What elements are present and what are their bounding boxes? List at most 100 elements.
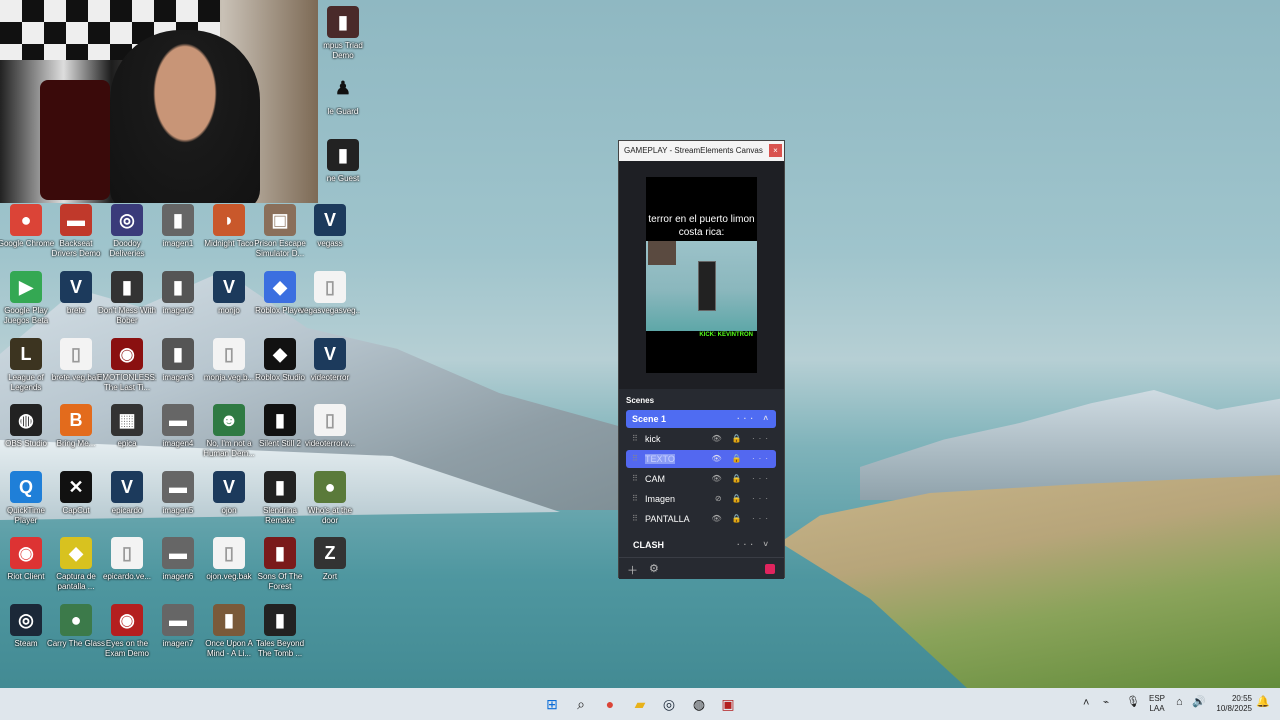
desktop-icon[interactable]: Z Zort bbox=[305, 537, 355, 582]
desktop-icon[interactable]: ▮ Don't Mess With Bober bbox=[98, 271, 156, 326]
desktop-icon[interactable]: ▮ Slendrina Remake bbox=[255, 471, 305, 526]
layer-name[interactable]: TEXTO bbox=[645, 454, 675, 464]
desktop-icon[interactable]: Vvegass bbox=[305, 204, 355, 249]
scene-item[interactable]: Scene 1 ··· ˄ bbox=[626, 410, 776, 428]
window-titlebar[interactable]: GAMEPLAY - StreamElements Canvas × bbox=[619, 141, 784, 161]
clock[interactable]: 20:55 10/8/2025 bbox=[1212, 694, 1252, 714]
layer-item[interactable]: ⠿ CAM 👁 🔒 ··· bbox=[626, 470, 776, 488]
desktop-icon[interactable]: ▯ monja.veg.b... bbox=[204, 338, 254, 383]
desktop-icon[interactable]: ◉ Eyes on the Exam Demo bbox=[102, 604, 152, 659]
notification-icon[interactable]: 🔔 bbox=[1256, 697, 1270, 708]
desktop-icon[interactable]: ☻ No, I'm not a Human Dem... bbox=[203, 404, 255, 459]
drag-handle-icon[interactable]: ⠿ bbox=[632, 490, 638, 508]
desktop-icon[interactable]: B Bring Me... bbox=[51, 404, 101, 449]
desktop-icon[interactable]: ▮ Sons Of The Forest bbox=[255, 537, 305, 592]
drag-handle-icon[interactable]: ⠿ bbox=[632, 510, 638, 528]
layer-controls-icon[interactable]: 👁 🔒 ··· bbox=[711, 430, 772, 448]
desktop-icon[interactable]: ▬ imagen4 bbox=[153, 404, 203, 449]
app-icon[interactable]: ▣ bbox=[718, 694, 738, 714]
desktop-icon[interactable]: ▬ Backseat Drivers Demo bbox=[51, 204, 101, 259]
layer-item[interactable]: ⠿ PANTALLA 👁 🔒 ··· bbox=[626, 510, 776, 528]
layer-controls-icon[interactable]: ⊘ 🔒 ··· bbox=[715, 490, 772, 508]
language-indicator[interactable]: ESP LAA bbox=[1149, 694, 1165, 714]
desktop-icon[interactable]: ▮ Once Upon A Mind - A Li... bbox=[204, 604, 254, 659]
desktop-icon[interactable]: ◍ OBS Studio bbox=[1, 404, 51, 449]
desktop-icon[interactable]: Vojon bbox=[204, 471, 254, 516]
app-icon: ☻ bbox=[213, 404, 245, 436]
desktop-icon[interactable]: ▯ videoterror.v... bbox=[305, 404, 355, 449]
scene-actions-icon[interactable]: ··· ˄ bbox=[737, 410, 772, 428]
desktop-icon[interactable]: ▦ epica bbox=[102, 404, 152, 449]
close-button[interactable]: × bbox=[769, 144, 782, 157]
desktop-icon[interactable]: ◆ Roblox Player bbox=[255, 271, 305, 316]
canvas-preview[interactable]: terror en el puerto limon costa rica: KI… bbox=[646, 177, 757, 373]
layer-controls-icon[interactable]: 👁 🔒 ··· bbox=[711, 470, 772, 488]
desktop-icon[interactable]: ▬ imagen6 bbox=[153, 537, 203, 582]
desktop-icon[interactable]: ● Who's at the door bbox=[305, 471, 355, 526]
desktop-icon[interactable]: ◆ Captura de pantalla ... bbox=[51, 537, 101, 592]
group-actions-icon[interactable]: ··· ˅ bbox=[737, 536, 772, 554]
desktop-icon[interactable]: ▮ Silent Still 2 bbox=[255, 404, 305, 449]
desktop-icon[interactable]: ♟ le Guard bbox=[318, 72, 368, 117]
layer-item[interactable]: ⠿ Imagen ⊘ 🔒 ··· bbox=[626, 490, 776, 508]
desktop-icon[interactable]: Vbrete bbox=[51, 271, 101, 316]
desktop-icon[interactable]: ● Carry The Glass bbox=[47, 604, 105, 649]
layer-controls-icon[interactable]: 👁 🔒 ··· bbox=[711, 450, 772, 468]
desktop-icon[interactable]: ◉ Riot Client bbox=[1, 537, 51, 582]
layer-item[interactable]: ⠿ TEXTO 👁 🔒 ··· bbox=[626, 450, 776, 468]
desktop-icon[interactable]: ◎ Steam bbox=[1, 604, 51, 649]
desktop-icon[interactable]: ▬ imagen5 bbox=[153, 471, 203, 516]
gear-icon[interactable]: ⚙ bbox=[649, 562, 659, 575]
drag-handle-icon[interactable]: ⠿ bbox=[632, 450, 638, 468]
desktop-icon[interactable]: ▶ Google Play Juegos Beta bbox=[1, 271, 51, 326]
canvas-window[interactable]: GAMEPLAY - StreamElements Canvas × terro… bbox=[618, 140, 785, 579]
window-title: GAMEPLAY - StreamElements Canvas bbox=[624, 146, 763, 155]
desktop-icon[interactable]: Vmonjo bbox=[204, 271, 254, 316]
desktop-icon[interactable]: Vvideoterror bbox=[305, 338, 355, 383]
desktop-icon[interactable]: Vepicardo bbox=[102, 471, 152, 516]
scene-name: Scene 1 bbox=[632, 414, 667, 424]
obs-icon[interactable]: ◍ bbox=[689, 694, 709, 714]
network-icon[interactable]: ⌁ bbox=[1103, 698, 1109, 708]
desktop-icon[interactable]: ● Google Chrome bbox=[0, 204, 54, 249]
chevron-up-icon[interactable]: ˄ bbox=[1083, 698, 1089, 709]
volume-icon[interactable]: 🔊 bbox=[1192, 697, 1206, 708]
search-icon[interactable]: ⌕ bbox=[571, 694, 591, 714]
desktop-icon[interactable]: ▮ ne Guest bbox=[318, 139, 368, 184]
desktop-icon[interactable]: ▯ vegasvegasveg... bbox=[300, 271, 360, 316]
wifi-icon[interactable]: ⌂ bbox=[1176, 697, 1183, 708]
folder-icon[interactable]: ▰ bbox=[630, 694, 650, 714]
desktop-icon[interactable]: ◗ Midnight Taco bbox=[204, 204, 254, 249]
add-icon[interactable]: ＋ bbox=[627, 562, 638, 578]
desktop-icon[interactable]: ▣ Prison Escape Simulator D... bbox=[254, 204, 306, 259]
desktop-icon[interactable]: ▮ imagen2 bbox=[153, 271, 203, 316]
wallpaper-grass bbox=[780, 475, 1280, 700]
app-icon: B bbox=[60, 404, 92, 436]
layer-item[interactable]: ⠿ kick 👁 🔒 ··· bbox=[626, 430, 776, 448]
desktop-icon[interactable]: ▮ imagen3 bbox=[153, 338, 203, 383]
desktop-icon[interactable]: ▯ epicardo.ve... bbox=[102, 537, 152, 582]
desktop-icon[interactable]: ◎ Doodoy Deliveries bbox=[102, 204, 152, 259]
desktop-icon[interactable]: ▮ Tales Beyond The Tomb ... bbox=[255, 604, 305, 659]
preview-text[interactable]: terror en el puerto limon costa rica: bbox=[646, 213, 757, 239]
desktop-icon[interactable]: ▮ mpus Triad Demo bbox=[318, 6, 368, 61]
desktop-icon[interactable]: ◆ Roblox Studio bbox=[255, 338, 305, 383]
desktop-icon[interactable]: ▯ ojon.veg.bak bbox=[204, 537, 254, 582]
desktop-icon[interactable]: ▮ imagen1 bbox=[153, 204, 203, 249]
desktop-icon[interactable]: ▬ imagen7 bbox=[153, 604, 203, 649]
chrome-icon[interactable]: ● bbox=[600, 694, 620, 714]
record-icon[interactable] bbox=[765, 564, 775, 574]
drag-handle-icon[interactable]: ⠿ bbox=[632, 430, 638, 448]
desktop-icon[interactable]: ▯ brete.veg.bak bbox=[51, 338, 101, 383]
drag-handle-icon[interactable]: ⠿ bbox=[632, 470, 638, 488]
desktop-icon[interactable]: ◉ EMOTIONLESS: The Last Ti... bbox=[97, 338, 157, 393]
mic-icon[interactable]: 🎙 bbox=[1126, 697, 1140, 708]
preview-kick-label: KICK: KEVINTRON bbox=[699, 332, 753, 338]
desktop-icon[interactable]: Q QuickTime Player bbox=[1, 471, 51, 526]
layer-controls-icon[interactable]: 👁 🔒 ··· bbox=[711, 510, 772, 528]
desktop-icon[interactable]: L League of Legends bbox=[1, 338, 51, 393]
steam-icon[interactable]: ◎ bbox=[659, 694, 679, 714]
desktop-icon[interactable]: ✕ CapCut bbox=[51, 471, 101, 516]
group-item[interactable]: CLASH ··· ˅ bbox=[626, 536, 776, 554]
windows-start-icon[interactable]: ⊞ bbox=[542, 694, 562, 714]
